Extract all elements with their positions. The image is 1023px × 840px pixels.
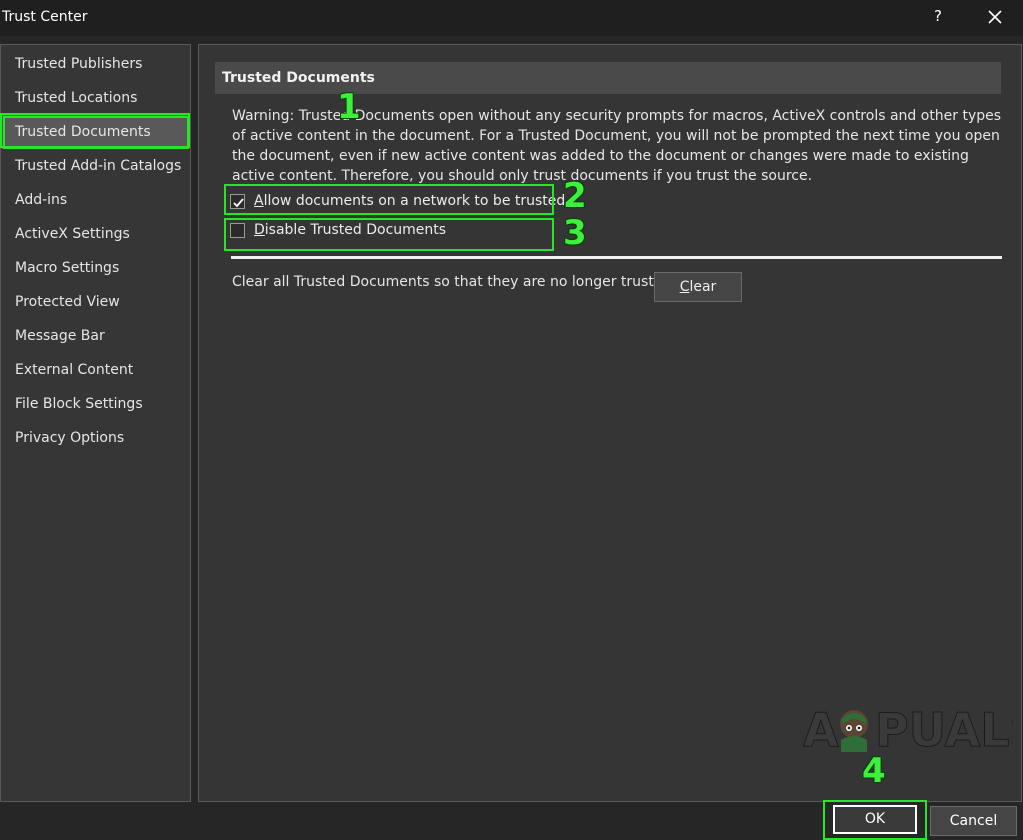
accelerator-key: C [679, 279, 690, 295]
sidebar-item-trusted-locations[interactable]: Trusted Locations [2, 81, 189, 115]
accelerator-key: A [254, 193, 264, 209]
sidebar-item-trusted-publishers[interactable]: Trusted Publishers [2, 47, 189, 81]
sidebar-item-add-ins[interactable]: Add-ins [2, 183, 189, 217]
sidebar-item-file-block-settings[interactable]: File Block Settings [2, 387, 189, 421]
sidebar-item-trusted-add-in-catalogs[interactable]: Trusted Add-in Catalogs [2, 149, 189, 183]
clear-description: Clear all Trusted Documents so that they… [232, 274, 672, 290]
sidebar-item-privacy-options[interactable]: Privacy Options [2, 421, 189, 455]
sidebar-item-external-content[interactable]: External Content [2, 353, 189, 387]
label-text: isable Trusted Documents [264, 222, 447, 238]
sidebar: Trusted Publishers Trusted Locations Tru… [0, 44, 191, 802]
checkmark-icon [233, 198, 244, 208]
cancel-button[interactable]: Cancel [930, 806, 1017, 836]
label-text: llow documents on a network to be truste… [263, 193, 566, 209]
sidebar-item-message-bar[interactable]: Message Bar [2, 319, 189, 353]
help-button[interactable]: ? [929, 7, 947, 29]
svg-text:A: A [803, 703, 839, 754]
accelerator-key: D [254, 222, 265, 238]
appuals-logo: A PUALS [803, 700, 1023, 758]
ok-button[interactable]: OK [833, 805, 917, 834]
close-icon[interactable] [983, 5, 1007, 29]
window-title: Trust Center [2, 9, 88, 25]
main-panel: Trusted Documents Warning: Trusted Docum… [198, 44, 1022, 802]
sidebar-item-macro-settings[interactable]: Macro Settings [2, 251, 189, 285]
sidebar-item-activex-settings[interactable]: ActiveX Settings [2, 217, 189, 251]
checkbox-box[interactable] [230, 194, 245, 209]
divider [231, 256, 1002, 259]
clear-button[interactable]: Clear [654, 272, 742, 302]
allow-network-label: Allow documents on a network to be trust… [254, 191, 565, 211]
disable-trusted-label: Disable Trusted Documents [254, 220, 446, 240]
title-bar: Trust Center ? [0, 0, 1023, 36]
sidebar-item-trusted-documents[interactable]: Trusted Documents [2, 115, 189, 149]
callout-number: 3 [563, 213, 587, 253]
checkbox-box[interactable] [230, 223, 245, 238]
button-label: lear [689, 279, 717, 295]
callout-number: 2 [563, 176, 587, 216]
section-title: Trusted Documents [215, 62, 1001, 94]
callout-number: 1 [337, 87, 361, 127]
sidebar-item-protected-view[interactable]: Protected View [2, 285, 189, 319]
svg-text:PUALS: PUALS [875, 703, 1013, 754]
callout-number: 4 [862, 751, 886, 791]
